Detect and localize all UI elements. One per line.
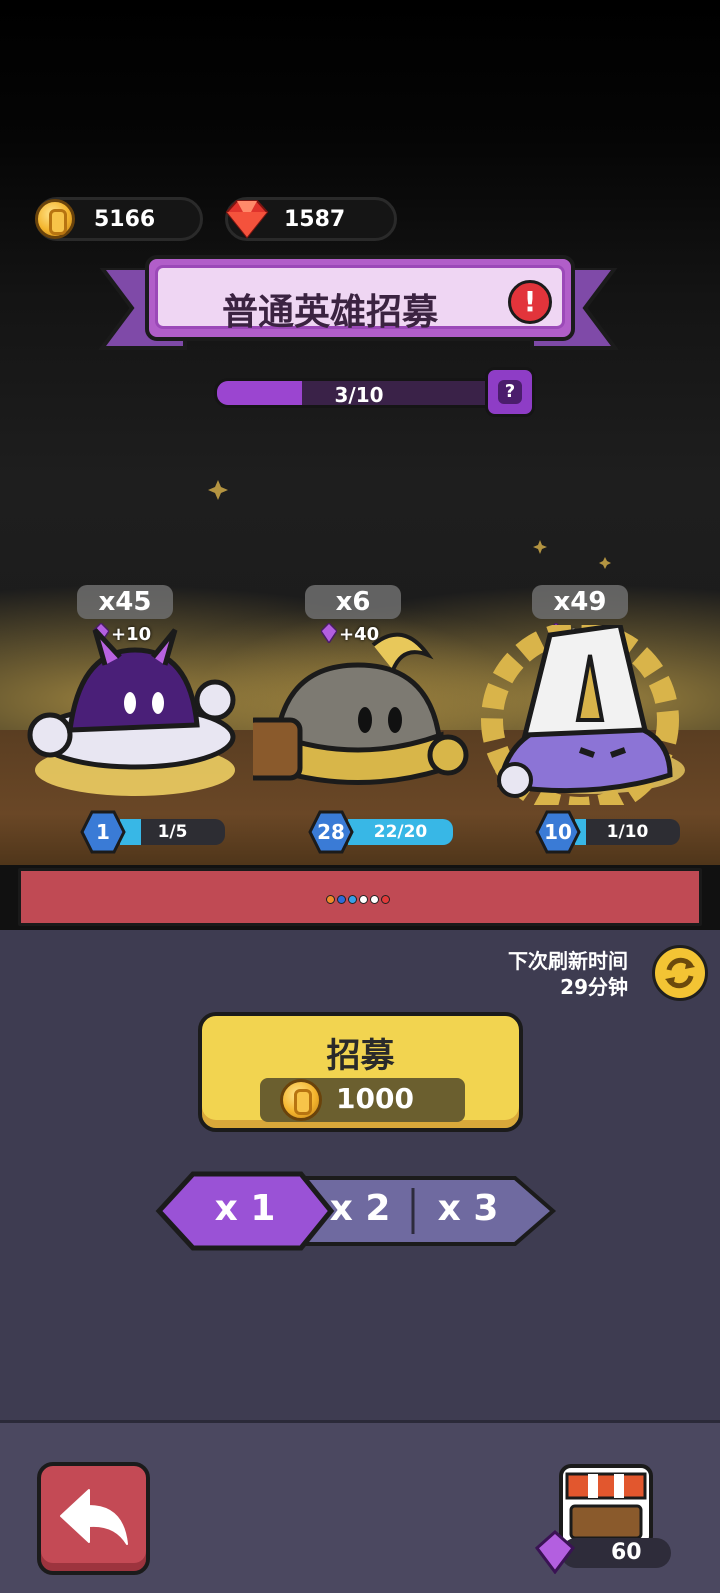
multiplier-selector: x 1 x 2 x 3 xyxy=(155,1170,560,1252)
hero-count: x49 xyxy=(532,585,628,619)
recruit-progress-bar: 3/10 xyxy=(214,378,504,408)
refresh-button[interactable] xyxy=(652,945,708,1001)
refresh-icon xyxy=(665,957,695,989)
recruit-banner: 普通英雄招募 ! xyxy=(145,255,575,341)
hero-level-number: 28 xyxy=(317,820,345,844)
page-dot xyxy=(381,895,390,904)
gear-mage-slime-hero-icon xyxy=(481,625,685,805)
banner-title: 普通英雄招募 xyxy=(221,292,438,333)
page-dot xyxy=(337,895,346,904)
hero-level-progress: 1/10 xyxy=(606,822,649,842)
progress-text: 3/10 xyxy=(334,383,384,407)
gem-counter: 1587 xyxy=(225,197,397,241)
hero-level: 1/5 1 xyxy=(80,810,230,854)
hero-level-progress: 1/5 xyxy=(157,822,188,842)
hero-level: 22/20 28 xyxy=(308,810,458,854)
refresh-label: 下次刷新时间 xyxy=(508,949,628,973)
hero-count: x6 xyxy=(305,585,401,619)
refresh-time: 29分钟 xyxy=(560,975,628,999)
coin-icon xyxy=(35,199,75,239)
back-button[interactable] xyxy=(37,1462,150,1575)
gold-counter: 5166 xyxy=(35,197,203,241)
alert-icon[interactable]: ! xyxy=(508,280,552,324)
hero-card[interactable]: x49 +40 1/10 10 xyxy=(480,585,700,855)
multiplier-option-x1[interactable]: x 1 xyxy=(195,1188,295,1229)
page-dot xyxy=(370,895,379,904)
coin-icon xyxy=(280,1079,322,1121)
page-dot xyxy=(348,895,357,904)
shop-button[interactable]: 60 xyxy=(535,1462,671,1577)
hero-card[interactable]: x45 +10 1/5 1 xyxy=(25,585,245,855)
recruit-cost-value: 1000 xyxy=(336,1082,414,1115)
hero-level-number: 10 xyxy=(544,820,572,844)
hero-count: x45 xyxy=(77,585,173,619)
question-icon: ? xyxy=(498,380,522,404)
refresh-timer: 下次刷新时间 29分钟 xyxy=(508,948,628,1000)
gem-icon xyxy=(535,1530,575,1574)
multiplier-option-x2[interactable]: x 2 xyxy=(310,1188,410,1229)
hero-card[interactable]: x6 +40 22/20 28 xyxy=(253,585,473,855)
multiplier-option-x3[interactable]: x 3 xyxy=(418,1188,518,1229)
recruit-label: 招募 xyxy=(326,1036,395,1076)
page-dot xyxy=(359,895,368,904)
help-button[interactable]: ? xyxy=(485,367,535,417)
ruby-icon xyxy=(225,200,269,239)
page-dot xyxy=(326,895,335,904)
recruit-button[interactable]: 招募 1000 xyxy=(198,1012,523,1132)
back-arrow-icon xyxy=(60,1489,128,1545)
ufo-slime-hero-icon xyxy=(27,628,236,796)
hero-level-progress: 22/20 xyxy=(373,822,428,842)
hero-level-number: 1 xyxy=(96,820,110,844)
helmet-slime-hero-icon xyxy=(253,632,469,785)
gold-value: 5166 xyxy=(94,207,156,232)
page-indicator xyxy=(326,895,390,904)
shop-cost: 60 xyxy=(561,1538,671,1568)
shop-cost-value: 60 xyxy=(611,1540,642,1565)
recruit-cost: 1000 xyxy=(260,1078,465,1122)
gem-value: 1587 xyxy=(284,207,346,232)
hero-level: 1/10 10 xyxy=(535,810,685,854)
